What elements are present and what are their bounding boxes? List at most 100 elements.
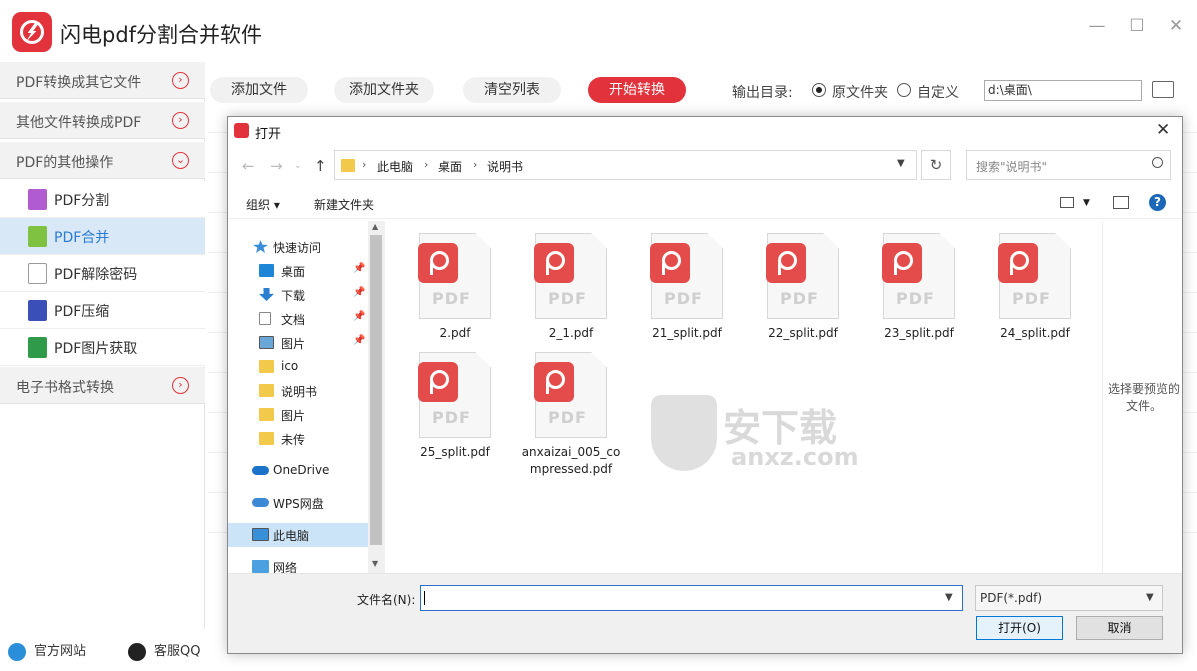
file-name: 21_split.pdf <box>652 326 722 340</box>
open-button[interactable]: 打开(O) <box>976 616 1063 640</box>
nav-item-wps-drive[interactable]: WPS网盘 <box>228 491 368 515</box>
nav-item-label: WPS网盘 <box>273 497 324 511</box>
filename-input[interactable]: ▼ <box>420 585 963 611</box>
qq-icon <box>128 642 146 661</box>
split-icon <box>28 189 47 210</box>
nav-item-pictures[interactable]: 图片 📌 <box>228 331 368 355</box>
filetype-select[interactable]: PDF(*.pdf) ▼ <box>975 585 1163 611</box>
folder-icon <box>259 408 274 421</box>
pdf-file-type-label: PDF <box>896 289 935 308</box>
nav-item-label: 说明书 <box>281 385 318 399</box>
search-icon <box>1152 157 1163 168</box>
pdf-file-type-label: PDF <box>548 408 587 427</box>
preview-pane: 选择要预览的文件。 <box>1102 221 1182 573</box>
view-dropdown-icon[interactable]: ▼ <box>1083 198 1090 208</box>
minimize-button[interactable]: — <box>1086 16 1108 36</box>
sidebar-section-label: PDF的其他操作 <box>16 155 114 171</box>
refresh-icon[interactable]: ↻ <box>921 150 951 180</box>
pdf-badge-icon <box>882 243 922 283</box>
nav-pane-scrollbar[interactable]: ▲ ▼ <box>368 221 385 573</box>
nav-item-manual[interactable]: 说明书 <box>228 379 368 403</box>
address-bar[interactable]: › 此电脑 › 桌面 › 说明书 ▼ <box>334 150 917 180</box>
file-item[interactable]: PDF 22_split.pdf <box>738 221 839 351</box>
breadcrumb-this-pc[interactable]: 此电脑 <box>377 158 413 175</box>
nav-item-downloads[interactable]: 下载 📌 <box>228 283 368 307</box>
start-convert-button[interactable]: 开始转换 <box>588 77 686 103</box>
sidebar-section-label: 电子书格式转换 <box>16 380 114 396</box>
nav-item-desktop[interactable]: 桌面 📌 <box>228 259 368 283</box>
chevron-right-circle-icon: › <box>172 112 189 129</box>
browse-folder-icon[interactable] <box>1152 81 1174 98</box>
star-icon <box>253 240 268 253</box>
nav-item-label: 图片 <box>281 337 306 351</box>
cloud-icon <box>252 466 269 475</box>
sidebar-item-pdf-unlock[interactable]: PDF解除密码 <box>0 255 205 292</box>
nav-item-pictures-folder[interactable]: 图片 <box>228 403 368 427</box>
sidebar-item-pdf-split[interactable]: PDF分割 <box>0 181 205 218</box>
nav-item-this-pc[interactable]: 此电脑 <box>228 523 368 547</box>
file-item[interactable]: PDF 25_split.pdf <box>390 340 491 470</box>
radio-source-folder[interactable] <box>812 83 826 97</box>
help-icon[interactable]: ? <box>1149 194 1166 211</box>
breadcrumb-desktop[interactable]: 桌面 <box>438 158 462 175</box>
chevron-down-icon[interactable]: ▼ <box>897 158 905 169</box>
nav-item-documents[interactable]: 文档 📌 <box>228 307 368 331</box>
nav-item-quick-access[interactable]: 快速访问 <box>228 235 368 259</box>
close-button[interactable]: ✕ <box>1165 16 1187 36</box>
preview-pane-icon[interactable] <box>1113 196 1129 209</box>
chevron-down-icon[interactable]: ▼ <box>945 592 953 603</box>
download-icon <box>259 288 274 301</box>
file-item[interactable]: PDF 2_1.pdf <box>506 221 607 351</box>
maximize-button[interactable]: ☐ <box>1126 16 1148 36</box>
organize-menu[interactable]: 组织 ▾ <box>246 196 280 213</box>
sidebar-item-label: PDF解除密码 <box>54 267 138 283</box>
support-qq-link[interactable]: 客服QQ <box>128 640 200 664</box>
sidebar-section-other-to-pdf[interactable]: 其他文件转换成PDF › <box>0 102 205 139</box>
nav-item-unsent[interactable]: 未传 <box>228 427 368 451</box>
sidebar-section-label: 其他文件转换成PDF <box>16 115 142 131</box>
sidebar-item-label: PDF合并 <box>54 230 110 246</box>
scroll-up-icon[interactable]: ▲ <box>372 222 378 231</box>
scroll-down-icon[interactable]: ▼ <box>372 559 378 568</box>
recent-dropdown-icon[interactable]: ⌄ <box>294 161 302 171</box>
file-item[interactable]: PDF anxaizai_005_compressed.pdf <box>506 340 620 476</box>
file-item[interactable]: PDF 2.pdf <box>390 221 491 351</box>
clear-list-button[interactable]: 清空列表 <box>463 77 561 103</box>
sidebar-section-pdf-other-ops[interactable]: PDF的其他操作 ⌄ <box>0 142 205 179</box>
sidebar-section-pdf-to-other[interactable]: PDF转换成其它文件 › <box>0 62 205 99</box>
sidebar-item-pdf-merge[interactable]: PDF合并 <box>0 218 205 255</box>
file-item[interactable]: PDF 24_split.pdf <box>970 221 1071 351</box>
image-icon <box>28 337 47 358</box>
forward-arrow-icon[interactable]: → <box>270 157 283 175</box>
pdf-badge-icon <box>998 243 1038 283</box>
new-folder-button[interactable]: 新建文件夹 <box>314 196 374 213</box>
sidebar-item-pdf-image-extract[interactable]: PDF图片获取 <box>0 329 205 366</box>
view-mode-icon[interactable] <box>1060 197 1074 208</box>
output-path-field[interactable]: d:\桌面\ <box>984 80 1142 101</box>
cancel-button[interactable]: 取消 <box>1076 616 1163 640</box>
search-placeholder: 搜索"说明书" <box>976 160 1048 174</box>
search-input[interactable]: 搜索"说明书" <box>966 150 1171 180</box>
up-arrow-icon[interactable]: ↑ <box>314 157 327 175</box>
scroll-thumb[interactable] <box>370 235 382 545</box>
official-website-link[interactable]: 官方网站 <box>8 640 86 664</box>
pin-icon: 📌 <box>353 263 366 274</box>
add-file-button[interactable]: 添加文件 <box>210 77 308 103</box>
file-item[interactable]: PDF 23_split.pdf <box>854 221 955 351</box>
preview-hint: 选择要预览的文件。 <box>1107 382 1180 413</box>
file-name: 23_split.pdf <box>884 326 954 340</box>
sidebar-item-pdf-compress[interactable]: PDF压缩 <box>0 292 205 329</box>
file-item[interactable]: PDF 21_split.pdf <box>622 221 723 351</box>
radio-custom-folder[interactable] <box>897 83 911 97</box>
dialog-close-button[interactable]: ✕ <box>1156 120 1170 140</box>
back-arrow-icon[interactable]: ← <box>242 157 255 175</box>
chevron-down-icon: ▼ <box>1146 592 1154 603</box>
app-logo-icon <box>12 12 52 52</box>
sidebar-section-ebook[interactable]: 电子书格式转换 › <box>0 367 205 404</box>
nav-item-ico[interactable]: ico <box>228 355 368 379</box>
nav-item-onedrive[interactable]: OneDrive <box>228 459 368 483</box>
title-bar: 闪电pdf分割合并软件 — ☐ ✕ <box>0 0 1197 62</box>
nav-item-label: OneDrive <box>273 463 330 477</box>
breadcrumb-manual[interactable]: 说明书 <box>487 158 523 175</box>
add-folder-button[interactable]: 添加文件夹 <box>334 77 434 103</box>
